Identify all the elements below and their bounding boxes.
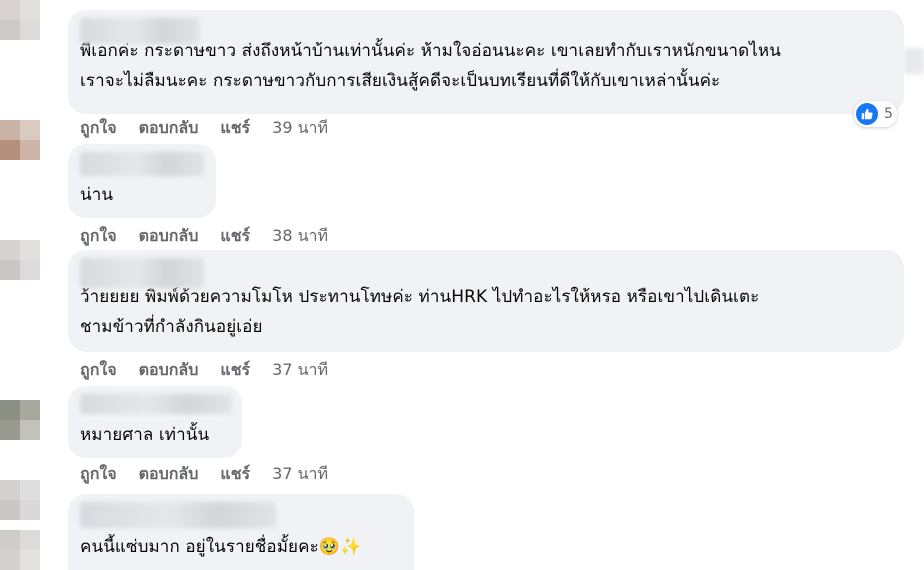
avatar[interactable] (0, 0, 40, 40)
share-button[interactable]: แชร์ (220, 358, 250, 383)
commenter-name-blurred[interactable] (80, 394, 232, 414)
comment-text: เราจะไม่ลืมนะคะ กระดาษขาวกับการเสียเงินส… (80, 71, 721, 91)
comment-bubble: ว้ายยยย พิมพ์ด้วยความโมโห ประทานโทษค่ะ ท… (68, 250, 904, 352)
comment-text: พี่เอกค่ะ กระดาษขาว ส่งถึงหน้าบ้านเท่านั… (80, 41, 781, 61)
comment-actions: ถูกใจ ตอบกลับ แชร์ 38 นาที (80, 224, 328, 249)
avatar[interactable] (0, 530, 40, 570)
reply-button[interactable]: ตอบกลับ (139, 358, 199, 383)
commenter-name-blurred[interactable] (80, 152, 204, 176)
timestamp[interactable]: 39 นาที (272, 116, 328, 141)
reply-button[interactable]: ตอบกลับ (139, 462, 199, 487)
blurred-edge (904, 48, 924, 74)
like-button[interactable]: ถูกใจ (80, 116, 117, 141)
comment-bubble: คนนี้แซ่บมาก อยู่ในรายชื่อมั้ยคะ🥹✨ (68, 494, 414, 570)
avatar[interactable] (0, 400, 40, 440)
comment-actions: ถูกใจ ตอบกลับ แชร์ 37 นาที (80, 462, 328, 487)
share-button[interactable]: แชร์ (220, 462, 250, 487)
reply-button[interactable]: ตอบกลับ (139, 224, 199, 249)
timestamp[interactable]: 37 นาที (272, 462, 328, 487)
comment-bubble: หมายศาล เท่านั้น (68, 386, 242, 458)
avatar[interactable] (0, 120, 40, 160)
like-button[interactable]: ถูกใจ (80, 358, 117, 383)
comment-text: คนนี้แซ่บมาก อยู่ในรายชื่อมั้ยคะ🥹✨ (80, 537, 362, 557)
avatar[interactable] (0, 480, 40, 520)
reaction-count: 5 (884, 106, 893, 122)
comment-text: หมายศาล เท่านั้น (80, 425, 210, 445)
reaction-summary[interactable]: 5 (854, 101, 897, 127)
comment-actions: ถูกใจ ตอบกลับ แชร์ 39 นาที (80, 116, 328, 141)
commenter-name-blurred[interactable] (80, 502, 276, 528)
like-button[interactable]: ถูกใจ (80, 462, 117, 487)
comment-bubble: พี่เอกค่ะ กระดาษขาว ส่งถึงหน้าบ้านเท่านั… (68, 10, 904, 114)
comment-text: ชามข้าวที่กำลังกินอยู่เอ่ย (80, 317, 263, 337)
like-button[interactable]: ถูกใจ (80, 224, 117, 249)
commenter-name-blurred[interactable] (80, 258, 204, 288)
like-icon (856, 103, 878, 125)
timestamp[interactable]: 37 นาที (272, 358, 328, 383)
comment-bubble: น่าน (68, 144, 216, 218)
comment-actions: ถูกใจ ตอบกลับ แชร์ 37 นาที (80, 358, 328, 383)
avatar[interactable] (0, 240, 40, 280)
timestamp[interactable]: 38 นาที (272, 224, 328, 249)
commenter-name-blurred[interactable] (80, 18, 200, 44)
comment-text: น่าน (80, 185, 114, 205)
reply-button[interactable]: ตอบกลับ (139, 116, 199, 141)
share-button[interactable]: แชร์ (220, 116, 250, 141)
share-button[interactable]: แชร์ (220, 224, 250, 249)
